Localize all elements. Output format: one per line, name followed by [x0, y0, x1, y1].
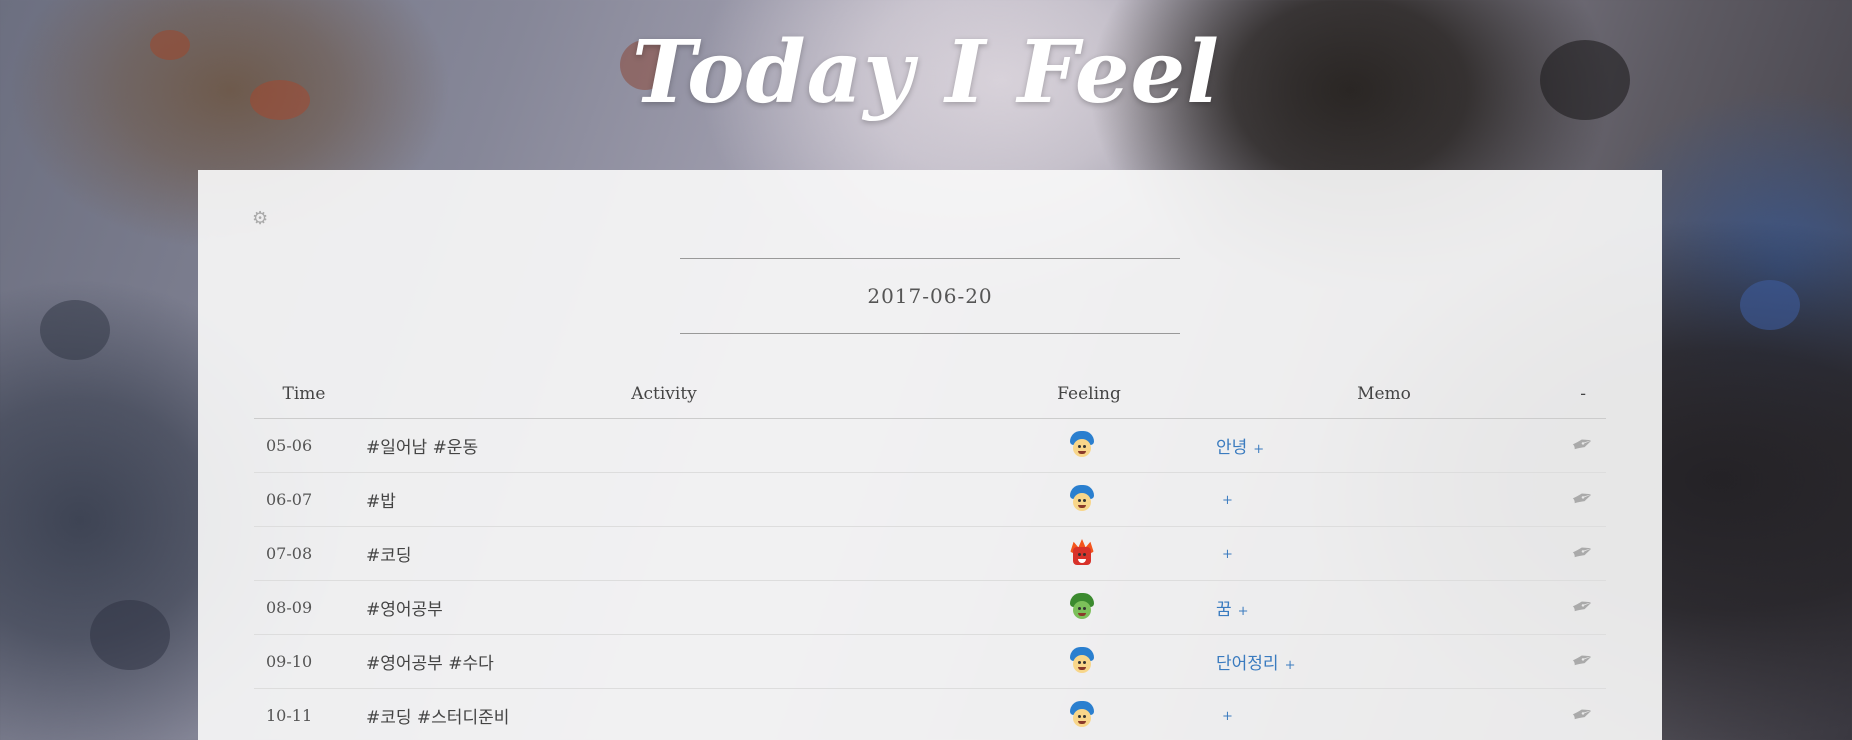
feather-pen-icon[interactable]: ✒	[1568, 427, 1599, 463]
table-row: 06-07 #밥 + ✒	[254, 472, 1606, 527]
column-header-activity: Activity	[354, 370, 974, 419]
anger-face-icon[interactable]	[1070, 539, 1094, 567]
feeling-cell	[974, 634, 1204, 689]
background-speck	[90, 600, 170, 670]
activity-cell: #영어공부	[354, 580, 974, 635]
main-panel: ⚙ 2017-06-20 Time Activity Feeling Memo …	[198, 170, 1662, 740]
table-row: 05-06 #일어남 #운동 안녕 + ✒	[254, 418, 1606, 473]
feather-pen-icon[interactable]: ✒	[1568, 589, 1599, 625]
feather-pen-icon[interactable]: ✒	[1568, 535, 1599, 571]
action-cell: ✒	[1564, 418, 1606, 473]
current-date: 2017-06-20	[680, 258, 1180, 334]
joy-face-icon[interactable]	[1070, 431, 1094, 459]
table-row: 08-09 #영어공부 꿈 + ✒	[254, 580, 1606, 635]
activity-cell: #밥	[354, 472, 974, 527]
column-header-time: Time	[254, 370, 354, 419]
action-cell: ✒	[1564, 580, 1606, 635]
feeling-cell	[974, 472, 1204, 527]
column-header-feeling: Feeling	[974, 370, 1204, 419]
app-title: Today I Feel	[632, 22, 1220, 123]
memo-cell: +	[1204, 472, 1564, 527]
memo-cell: 단어정리 +	[1204, 634, 1564, 689]
column-header-memo: Memo	[1204, 370, 1564, 419]
action-cell: ✒	[1564, 634, 1606, 689]
gear-icon[interactable]: ⚙	[252, 210, 270, 228]
memo-text-link[interactable]: 단어정리	[1216, 654, 1279, 674]
memo-cell: +	[1204, 688, 1564, 740]
column-header-action: -	[1564, 370, 1606, 419]
action-cell: ✒	[1564, 526, 1606, 581]
feeling-cell	[974, 580, 1204, 635]
joy-face-icon[interactable]	[1070, 485, 1094, 513]
action-cell: ✒	[1564, 688, 1606, 740]
memo-cell: +	[1204, 526, 1564, 581]
joy-face-icon[interactable]	[1070, 701, 1094, 729]
table-header-row: Time Activity Feeling Memo -	[254, 370, 1606, 419]
disgust-face-icon[interactable]	[1070, 593, 1094, 621]
joy-face-icon[interactable]	[1070, 647, 1094, 675]
time-cell: 07-08	[254, 526, 354, 581]
feeling-cell	[974, 526, 1204, 581]
time-cell: 05-06	[254, 418, 354, 473]
activity-cell: #영어공부 #수다	[354, 634, 974, 689]
feather-pen-icon[interactable]: ✒	[1568, 643, 1599, 679]
feeling-cell	[974, 688, 1204, 740]
activity-cell: #코딩 #스터디준비	[354, 688, 974, 740]
background-speck	[1740, 280, 1800, 330]
hourly-feeling-table: Time Activity Feeling Memo - 05-06 #일어남 …	[254, 370, 1606, 740]
memo-cell: 꿈 +	[1204, 580, 1564, 635]
memo-text-link[interactable]: 꿈	[1216, 600, 1232, 620]
feather-pen-icon[interactable]: ✒	[1568, 481, 1599, 517]
table-row: 10-11 #코딩 #스터디준비 + ✒	[254, 688, 1606, 740]
activity-cell: #코딩	[354, 526, 974, 581]
add-memo-button[interactable]: +	[1222, 709, 1233, 724]
table-row: 07-08 #코딩 + ✒	[254, 526, 1606, 581]
activity-cell: #일어남 #운동	[354, 418, 974, 473]
add-memo-button[interactable]: +	[1222, 547, 1233, 562]
feeling-cell	[974, 418, 1204, 473]
memo-text-link[interactable]: 안녕	[1216, 438, 1247, 458]
add-memo-button[interactable]: +	[1238, 604, 1249, 619]
time-cell: 08-09	[254, 580, 354, 635]
time-cell: 06-07	[254, 472, 354, 527]
add-memo-button[interactable]: +	[1222, 493, 1233, 508]
memo-cell: 안녕 +	[1204, 418, 1564, 473]
time-cell: 09-10	[254, 634, 354, 689]
feather-pen-icon[interactable]: ✒	[1568, 697, 1599, 733]
add-memo-button[interactable]: +	[1253, 442, 1264, 457]
add-memo-button[interactable]: +	[1285, 658, 1296, 673]
action-cell: ✒	[1564, 472, 1606, 527]
background-speck	[40, 300, 110, 360]
time-cell: 10-11	[254, 688, 354, 740]
table-row: 09-10 #영어공부 #수다 단어정리 + ✒	[254, 634, 1606, 689]
